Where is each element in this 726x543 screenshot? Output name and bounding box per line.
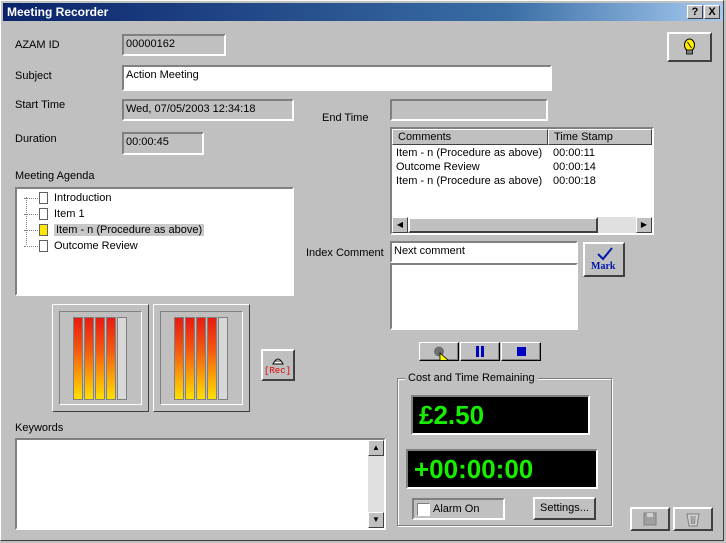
keywords-label: Keywords	[15, 422, 64, 434]
list-item[interactable]: Outcome Review	[396, 160, 480, 174]
cost-time-group-label: Cost and Time Remaining	[405, 372, 538, 384]
end-time-field	[390, 99, 548, 121]
comment-cell: Item - n (Procedure as above)	[396, 175, 543, 187]
list-item-time[interactable]: 00:00:14	[553, 160, 596, 174]
tip-button[interactable]	[667, 32, 712, 62]
agenda-item-introduction[interactable]: Introduction	[24, 190, 111, 206]
help-button[interactable]: ?	[687, 5, 703, 19]
list-item[interactable]: Item - n (Procedure as above)	[396, 146, 542, 160]
level-bar	[95, 317, 105, 400]
level-bar-empty	[117, 317, 127, 400]
list-item-time[interactable]: 00:00:11	[553, 146, 595, 160]
agenda-item-label: Outcome Review	[54, 240, 138, 252]
list-item-time[interactable]: 00:00:18	[553, 174, 596, 188]
time-remaining-display: +00:00:00	[406, 449, 598, 489]
record-button[interactable]	[419, 342, 459, 368]
stop-button[interactable]	[501, 342, 541, 361]
start-time-label: Start Time	[15, 99, 66, 111]
delete-button[interactable]	[673, 507, 713, 531]
floppy-disk-icon	[643, 512, 657, 526]
right-level-meter	[153, 304, 250, 412]
index-comment-label: Index Comment	[306, 247, 384, 259]
start-time-field: Wed, 07/05/2003 12:34:18	[122, 99, 294, 121]
index-comment-input[interactable]: Next comment	[390, 241, 578, 263]
subject-input[interactable]: Action Meeting	[122, 65, 552, 91]
trash-can-icon	[686, 513, 700, 527]
end-time-label: End Time	[322, 112, 369, 124]
level-bar	[84, 317, 94, 400]
agenda-item-outcome-review[interactable]: Outcome Review	[24, 238, 138, 254]
agenda-tree[interactable]: Introduction Item 1 Item - n (Procedure …	[15, 187, 294, 296]
duration-field: 00:00:45	[122, 132, 204, 155]
record-icon	[434, 346, 451, 368]
comments-list[interactable]: Comments Time Stamp Item - n (Procedure …	[390, 127, 654, 235]
close-button[interactable]: X	[704, 5, 720, 19]
subject-label: Subject	[15, 70, 52, 82]
save-button[interactable]	[630, 507, 670, 531]
level-bar	[207, 317, 217, 400]
meeting-agenda-label: Meeting Agenda	[15, 170, 95, 182]
azam-id-label: AZAM ID	[15, 39, 60, 51]
pause-button[interactable]	[460, 342, 500, 361]
mark-button[interactable]: Mark	[583, 242, 625, 277]
title-bar[interactable]: Meeting Recorder ? X	[3, 3, 723, 21]
rec-label: [Rec]	[264, 366, 292, 376]
level-bar	[106, 317, 116, 400]
agenda-item-1[interactable]: Item 1	[24, 206, 85, 222]
alarm-on-box[interactable]: Alarm On	[412, 498, 505, 520]
document-icon	[39, 240, 48, 253]
level-bar-empty	[218, 317, 228, 400]
comment-cell: Outcome Review	[396, 161, 480, 173]
duration-label: Duration	[15, 133, 57, 145]
scroll-right-button[interactable]: ▶	[636, 217, 652, 233]
list-item[interactable]: Item - n (Procedure as above)	[396, 174, 542, 188]
window-title: Meeting Recorder	[7, 5, 109, 19]
level-bar	[73, 317, 83, 400]
agenda-item-label: Item - n (Procedure as above)	[54, 224, 205, 236]
agenda-item-n[interactable]: Item - n (Procedure as above)	[24, 222, 205, 238]
microphone-icon	[272, 358, 284, 365]
document-icon	[39, 224, 48, 237]
cost-display: £2.50	[411, 395, 590, 435]
document-icon	[39, 192, 48, 205]
vertical-scrollbar[interactable]: ▲ ▼	[368, 440, 384, 528]
horizontal-scrollbar[interactable]: ◀ ▶	[392, 217, 652, 233]
time-stamp-column-header[interactable]: Time Stamp	[548, 129, 652, 145]
comments-column-header[interactable]: Comments	[392, 129, 548, 145]
checkmark-icon	[597, 247, 613, 261]
comment-cell: Item - n (Procedure as above)	[396, 147, 543, 159]
rec-button[interactable]: [Rec]	[261, 349, 295, 381]
scroll-thumb[interactable]	[408, 217, 598, 233]
pause-icon	[476, 346, 484, 357]
agenda-item-label: Introduction	[54, 192, 112, 204]
left-level-meter	[52, 304, 149, 412]
azam-id-field: 00000162	[122, 34, 226, 56]
mark-label: Mark	[591, 261, 616, 272]
meeting-recorder-window: Meeting Recorder ? X AZAM ID 00000162 Su…	[0, 0, 724, 541]
time-cell: 00:00:11	[553, 147, 596, 159]
lightbulb-icon	[684, 38, 695, 55]
settings-button[interactable]: Settings...	[533, 497, 596, 520]
alarm-label: Alarm On	[433, 503, 480, 515]
comment-notes-area[interactable]	[390, 263, 578, 330]
level-bar	[196, 317, 206, 400]
scroll-left-button[interactable]: ◀	[392, 217, 408, 233]
level-bar	[185, 317, 195, 400]
mouse-pointer-icon	[439, 352, 451, 368]
scroll-up-button[interactable]: ▲	[368, 440, 384, 456]
level-bar	[174, 317, 184, 400]
stop-icon	[517, 347, 526, 356]
scroll-down-button[interactable]: ▼	[368, 512, 384, 528]
time-cell: 00:00:18	[553, 175, 596, 187]
keywords-textarea[interactable]: ▲ ▼	[15, 438, 386, 530]
time-cell: 00:00:14	[553, 161, 596, 173]
alarm-checkbox[interactable]	[417, 503, 430, 516]
agenda-item-label: Item 1	[54, 208, 85, 220]
document-icon	[39, 208, 48, 221]
